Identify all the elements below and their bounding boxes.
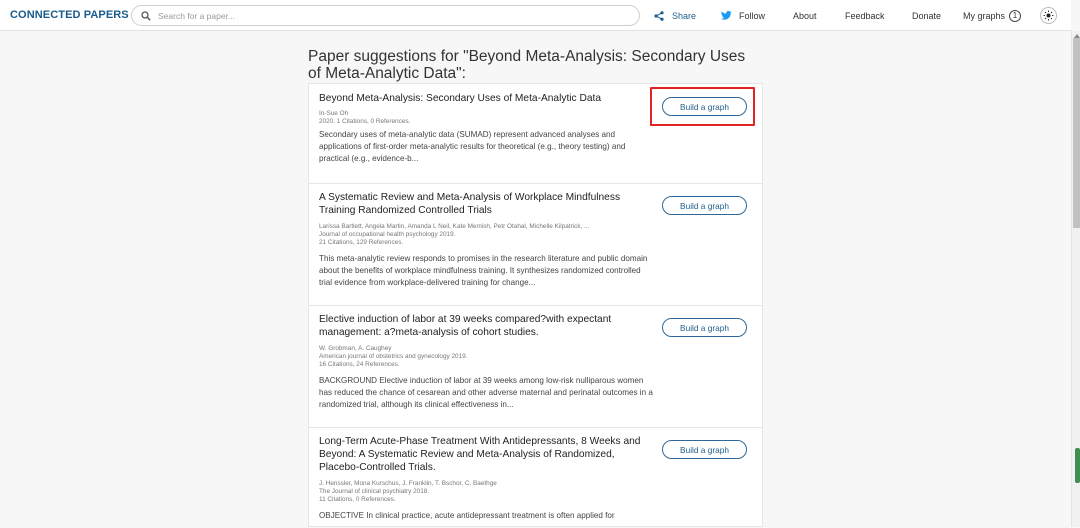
paper-authors: In-Sue Oh: [319, 110, 349, 117]
sun-icon: [1043, 10, 1054, 21]
paper-abstract: OBJECTIVE In clinical practice, acute an…: [319, 511, 615, 520]
paper-card: A Systematic Review and Meta-Analysis of…: [309, 184, 762, 306]
about-link[interactable]: About: [793, 0, 817, 31]
paper-stats: 16 Citations, 24 References.: [319, 361, 400, 368]
share-icon: [654, 10, 664, 21]
follow-button[interactable]: Follow: [721, 0, 765, 31]
paper-title[interactable]: Elective induction of labor at 39 weeks …: [319, 313, 654, 339]
paper-title[interactable]: A Systematic Review and Meta-Analysis of…: [319, 191, 654, 217]
donate-link[interactable]: Donate: [912, 0, 941, 31]
scroll-indicator: [1075, 448, 1080, 483]
paper-stats: 11 Citations, 0 References.: [319, 496, 396, 503]
paper-abstract: BACKGROUND Elective induction of labor a…: [319, 376, 653, 410]
paper-suggestions-list: Beyond Meta-Analysis: Secondary Uses of …: [308, 83, 763, 527]
paper-authors: Larissa Bartlett, Angela Martin, Amanda …: [319, 223, 590, 230]
scrollbar-thumb[interactable]: [1073, 38, 1080, 228]
paper-authors: W. Grobman, A. Caughey: [319, 345, 392, 352]
my-graphs-count-badge: 1: [1009, 9, 1022, 22]
follow-label: Follow: [739, 10, 766, 21]
logo[interactable]: CONNECTED PAPERS: [10, 9, 129, 21]
paper-journal: American journal of obstetrics and gynec…: [319, 353, 468, 360]
paper-title[interactable]: Long-Term Acute-Phase Treatment With Ant…: [319, 435, 654, 474]
paper-stats: 21 Citations, 129 References.: [319, 239, 404, 246]
search-box[interactable]: [131, 5, 640, 26]
build-graph-button[interactable]: Build a graph: [662, 440, 747, 459]
paper-authors: J. Henssler, Mona Kurschus, J. Franklin,…: [319, 480, 497, 487]
paper-stats: 2020. 1 Citations, 0 References.: [319, 118, 411, 125]
theme-toggle-button[interactable]: [1040, 7, 1057, 24]
highlight-box: [650, 87, 755, 126]
top-navigation-bar: CONNECTED PAPERS Share Follow About Feed…: [0, 0, 1071, 31]
paper-card: Elective induction of labor at 39 weeks …: [309, 306, 762, 428]
share-button[interactable]: Share: [654, 0, 696, 31]
paper-card: Long-Term Acute-Phase Treatment With Ant…: [309, 428, 762, 528]
my-graphs-label: My graphs: [963, 10, 1006, 21]
my-graphs-button[interactable]: My graphs 1: [963, 0, 1022, 31]
share-label: Share: [672, 10, 697, 21]
twitter-icon: [721, 11, 732, 20]
paper-title[interactable]: Beyond Meta-Analysis: Secondary Uses of …: [319, 92, 654, 105]
paper-journal: The Journal of clinical psychiatry 2018.: [319, 488, 430, 495]
search-input[interactable]: [158, 10, 598, 21]
feedback-link[interactable]: Feedback: [845, 0, 885, 31]
build-graph-button[interactable]: Build a graph: [662, 318, 747, 337]
paper-abstract: This meta-analytic review responds to pr…: [319, 254, 648, 288]
search-icon: [141, 10, 151, 21]
paper-journal: Journal of occupational health psycholog…: [319, 231, 456, 238]
build-graph-button[interactable]: Build a graph: [662, 196, 747, 215]
page-title: Paper suggestions for "Beyond Meta-Analy…: [308, 48, 746, 82]
paper-abstract: Secondary uses of meta-analytic data (SU…: [319, 130, 626, 164]
